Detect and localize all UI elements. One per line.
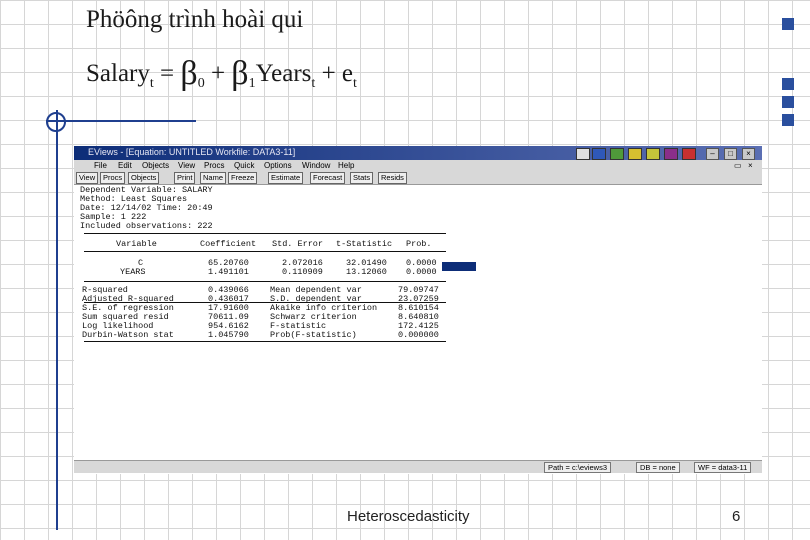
menu-item-window[interactable]: Window xyxy=(302,161,330,170)
stat-label: Prob(F-statistic) xyxy=(270,330,357,340)
toolbar-freeze-button[interactable]: Freeze xyxy=(228,172,258,184)
maximize-button[interactable]: □ xyxy=(724,148,737,160)
menu-item-objects[interactable]: Objects xyxy=(142,161,169,170)
app-icon[interactable] xyxy=(576,148,590,160)
slide-footer-text: Heteroscedasticity xyxy=(347,508,470,525)
eviews-window: EViews - [Equation: UNTITLED Workfile: D… xyxy=(74,146,762,474)
coef-header-t-statistic: t-Statistic xyxy=(336,239,393,249)
stat-value: 1.045790 xyxy=(208,330,249,340)
output-header-line: Included observations: 222 xyxy=(80,221,213,231)
coef-row-prob: 0.0000 xyxy=(406,267,437,277)
status-path: Path = c:\eviews3 xyxy=(544,462,611,473)
formula-plus-1: + xyxy=(210,60,226,87)
formula-plus-2: + xyxy=(321,60,336,87)
toolbar-objects-button[interactable]: Objects xyxy=(128,172,160,184)
window-titlebar: EViews - [Equation: UNTITLED Workfile: D… xyxy=(74,146,762,160)
formula-beta-1-sub: 1 xyxy=(248,76,256,91)
formula-equals: = xyxy=(160,60,175,87)
coefficient-table-divider xyxy=(84,251,446,252)
coef-row-t-statistic: 13.12060 xyxy=(346,267,387,277)
decor-vertical-line xyxy=(56,110,58,530)
toolbar-estimate-button[interactable]: Estimate xyxy=(268,172,304,184)
formula-error: e xyxy=(341,60,354,87)
formula-beta-0-sub: 0 xyxy=(197,76,205,91)
folder-icon[interactable] xyxy=(646,148,660,160)
formula-regressor-sub: t xyxy=(311,76,316,91)
stat-label: Durbin-Watson stat xyxy=(82,330,174,340)
nav-square-icon xyxy=(782,18,794,30)
toolbar-view-button[interactable]: View xyxy=(76,172,99,184)
menu-item-view[interactable]: View xyxy=(178,161,195,170)
nav-square-icon xyxy=(782,114,794,126)
formula-beta-1: β xyxy=(231,55,249,92)
menu-item-file[interactable]: File xyxy=(94,161,107,170)
nav-square-icon xyxy=(782,96,794,108)
equation-toolbar: View Procs Objects Print Name Freeze Est… xyxy=(74,172,762,185)
window-restore-icon[interactable]: ▭ xyxy=(734,161,742,170)
toolbar-name-button[interactable]: Name xyxy=(200,172,227,184)
media-icon[interactable] xyxy=(664,148,678,160)
formula-regressor: Years xyxy=(255,60,312,87)
stats-bottom-rule xyxy=(84,341,446,342)
decor-circle-icon xyxy=(46,112,66,132)
powerpoint-icon[interactable] xyxy=(628,148,642,160)
formula-dependent: Salary xyxy=(86,60,150,87)
menu-item-help[interactable]: Help xyxy=(338,161,354,170)
coef-row-std-error: 0.110909 xyxy=(282,267,323,277)
window-close-icon[interactable]: × xyxy=(748,161,753,170)
coef-header-prob: Prob. xyxy=(406,239,432,249)
slide-title: Phöông trình hoài qui xyxy=(86,6,304,33)
window-title: EViews - [Equation: UNTITLED Workfile: D… xyxy=(88,147,296,157)
toolbar-stats-button[interactable]: Stats xyxy=(350,172,374,184)
toolbar-resids-button[interactable]: Resids xyxy=(378,172,407,184)
excel-icon[interactable] xyxy=(610,148,624,160)
close-button[interactable]: × xyxy=(742,148,755,160)
tool-icon[interactable] xyxy=(682,148,696,160)
formula-beta-0: β xyxy=(180,55,198,92)
toolbar-procs-button[interactable]: Procs xyxy=(100,172,126,184)
slide-page-number: 6 xyxy=(732,508,741,525)
menu-item-edit[interactable]: Edit xyxy=(118,161,132,170)
minimize-button[interactable]: – xyxy=(706,148,719,160)
stat-value: 0.000000 xyxy=(398,330,439,340)
status-bar: Path = c:\eviews3 DB = none WF = data3-1… xyxy=(74,460,762,473)
menu-item-procs[interactable]: Procs xyxy=(204,161,224,170)
word-icon[interactable] xyxy=(592,148,606,160)
coef-header-std-error: Std. Error xyxy=(272,239,324,249)
menu-item-quick[interactable]: Quick xyxy=(234,161,254,170)
status-db: DB = none xyxy=(636,462,680,473)
formula-dependent-sub: t xyxy=(149,76,154,91)
formula-error-sub: t xyxy=(353,76,357,91)
coef-row-coefficient: 1.491101 xyxy=(208,267,249,277)
toolbar-forecast-button[interactable]: Forecast xyxy=(310,172,346,184)
nav-square-icon xyxy=(782,78,794,90)
stats-divider xyxy=(84,281,446,282)
status-workfile: WF = data3-11 xyxy=(694,462,752,473)
decor-horizontal-line xyxy=(46,120,196,122)
menu-item-options[interactable]: Options xyxy=(264,161,292,170)
regression-formula: Salaryt = β0 + β1Yearst + et xyxy=(86,52,357,92)
selection-highlight xyxy=(442,262,476,271)
coef-header-variable: Variable xyxy=(116,239,157,249)
menu-bar: File Edit Objects View Procs Quick Optio… xyxy=(74,160,762,172)
coef-row-variable: YEARS xyxy=(120,267,146,277)
coef-header-coefficient: Coefficient xyxy=(200,239,257,249)
toolbar-print-button[interactable]: Print xyxy=(174,172,196,184)
